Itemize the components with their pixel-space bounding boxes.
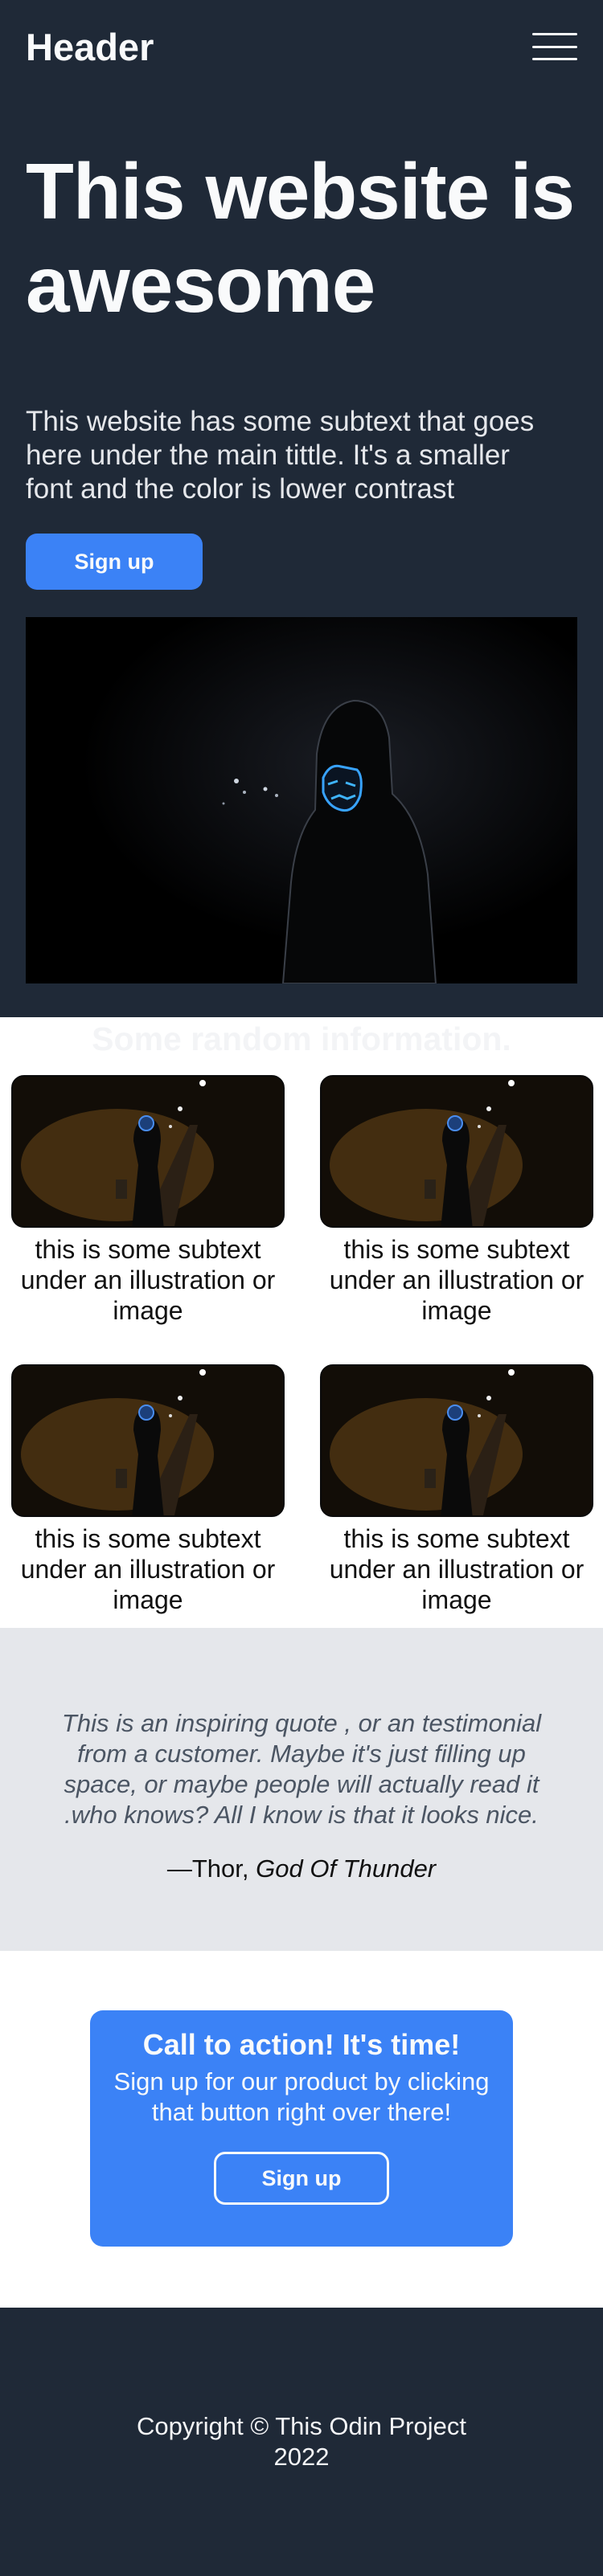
- info-card: this is some subtext under an illustrati…: [320, 1364, 593, 1615]
- info-card: this is some subtext under an illustrati…: [11, 1075, 285, 1326]
- testimonial-quote: This is an inspiring quote , or an testi…: [61, 1709, 542, 1829]
- info-section: Some random information. this is some su…: [0, 1017, 603, 1628]
- hero-title: This website is awesome: [26, 147, 575, 329]
- site-logo[interactable]: Header: [26, 25, 154, 69]
- hero-section: Header This website is awesome This webs…: [0, 0, 603, 1017]
- card-image: [11, 1364, 285, 1517]
- author-name: —Thor,: [166, 1854, 256, 1883]
- top-nav: Header: [26, 0, 577, 93]
- card-caption: this is some subtext under an illustrati…: [329, 1235, 585, 1325]
- card-caption: this is some subtext under an illustrati…: [329, 1524, 585, 1614]
- testimonial-section: This is an inspiring quote , or an testi…: [0, 1628, 603, 1951]
- hero-image: [26, 617, 577, 983]
- card-image: [320, 1364, 593, 1517]
- footer-copyright: Copyright © This Odin Project 2022: [137, 2412, 466, 2471]
- author-title: God Of Thunder: [256, 1854, 437, 1883]
- hero-signup-button[interactable]: Sign up: [26, 534, 203, 590]
- footer: Copyright © This Odin Project 2022: [0, 2308, 603, 2576]
- testimonial-author: —Thor, God Of Thunder: [0, 1854, 603, 1883]
- cta-title: Call to action! It's time!: [142, 2028, 461, 2061]
- cta-box: Call to action! It's time! Sign up for o…: [90, 2010, 513, 2247]
- hamburger-menu-icon[interactable]: [532, 33, 577, 60]
- info-card: this is some subtext under an illustrati…: [320, 1075, 593, 1326]
- info-title: Some random information.: [92, 1020, 511, 1057]
- card-image: [320, 1075, 593, 1228]
- cta-section: Call to action! It's time! Sign up for o…: [0, 1951, 603, 2308]
- cta-text: Sign up for our product by clicking that…: [113, 2067, 490, 2126]
- hero-subtitle: This website has some subtext that goes …: [26, 406, 535, 505]
- cta-signup-button[interactable]: Sign up: [214, 2152, 389, 2205]
- card-caption: this is some subtext under an illustrati…: [20, 1524, 276, 1614]
- info-card: this is some subtext under an illustrati…: [11, 1364, 285, 1615]
- card-image: [11, 1075, 285, 1228]
- card-caption: this is some subtext under an illustrati…: [20, 1235, 276, 1325]
